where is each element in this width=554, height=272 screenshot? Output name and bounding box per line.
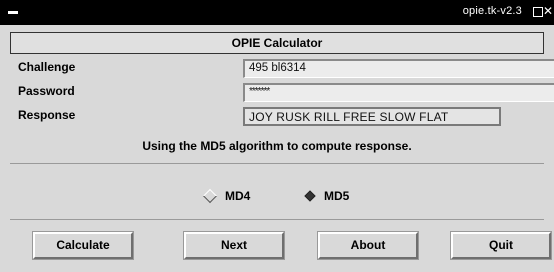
divider [10,219,544,220]
maximize-icon[interactable] [533,7,543,17]
response-field[interactable]: JOY RUSK RILL FREE SLOW FLAT [243,107,501,126]
quit-button[interactable]: Quit [451,232,551,259]
title-bar[interactable]: opie.tk-v2.3 ✕ [0,0,554,25]
challenge-field[interactable]: 495 bl6314 [243,59,554,78]
calculate-button[interactable]: Calculate [33,232,133,259]
app-heading: OPIE Calculator [10,32,544,54]
radio-selected-icon [304,190,316,202]
password-field[interactable]: ******* [243,83,554,102]
response-label: Response [18,108,76,122]
md5-radio[interactable]: MD5 [304,189,350,203]
password-label: Password [18,84,75,98]
md5-radio-label: MD5 [324,189,350,203]
close-icon[interactable]: ✕ [543,4,553,18]
challenge-label: Challenge [18,60,76,74]
opie-calculator-window: opie.tk-v2.3 ✕ OPIE Calculator Challenge… [0,0,554,272]
md4-radio-label: MD4 [225,189,251,203]
radio-unselected-icon [202,188,218,204]
window-menu-icon[interactable] [8,11,18,14]
window-title: opie.tk-v2.3 [462,5,522,17]
algorithm-status-text: Using the MD5 algorithm to compute respo… [142,139,412,153]
next-button[interactable]: Next [184,232,284,259]
about-button[interactable]: About [318,232,418,259]
divider [10,163,544,164]
md4-radio[interactable]: MD4 [202,188,251,204]
